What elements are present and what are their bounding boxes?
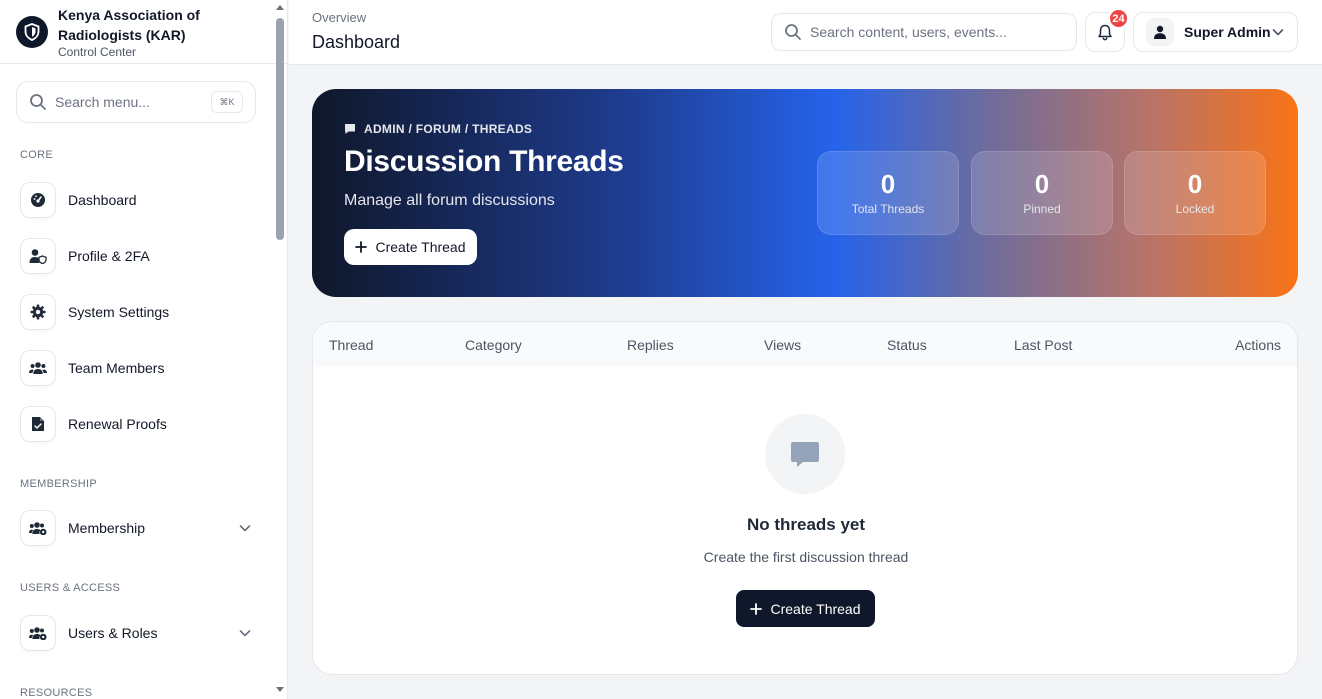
scroll-down-arrow-icon[interactable] (276, 687, 284, 693)
hero-title: Discussion Threads (344, 145, 624, 178)
sidebar-item-membership[interactable]: Membership (20, 510, 256, 546)
hero-breadcrumb: ADMIN / FORUM / THREADS (344, 122, 532, 136)
global-search-input[interactable]: Search content, users, events... (771, 13, 1077, 51)
empty-create-thread-label: Create Thread (770, 600, 861, 617)
menu-search-placeholder: Search menu... (55, 94, 150, 110)
sidebar-item-label: System Settings (68, 304, 170, 320)
empty-create-thread-button[interactable]: Create Thread (736, 590, 875, 627)
sidebar-item-label: Users & Roles (68, 625, 158, 641)
chevron-down-icon (1272, 29, 1284, 36)
column-header-category[interactable]: Category (465, 337, 522, 353)
empty-state-subtitle: Create the first discussion thread (703, 549, 909, 565)
shield-icon (16, 15, 48, 48)
chevron-down-icon[interactable] (238, 626, 252, 640)
column-header-last-post[interactable]: Last Post (1014, 337, 1072, 353)
stat-label: Total Threads (851, 202, 925, 216)
user-icon (1154, 25, 1166, 39)
scrollbar-thumb[interactable] (276, 18, 284, 240)
sidebar-item-label: Membership (68, 520, 146, 536)
chevron-down-icon[interactable] (238, 521, 252, 535)
table-header: Thread Category Replies Views Status Las… (313, 322, 1297, 367)
stat-label: Locked (1175, 202, 1215, 216)
brand[interactable]: Kenya Association of Radiologists (KAR) … (0, 0, 287, 64)
sidebar-item-label: Dashboard (68, 192, 137, 208)
create-thread-label: Create Thread (375, 239, 466, 255)
avatar (1146, 18, 1174, 46)
sidebar-item-system-settings[interactable]: System Settings (20, 294, 256, 330)
scroll-up-arrow-icon[interactable] (276, 4, 284, 10)
comment-icon (345, 124, 355, 134)
stat-value: 0 (1034, 169, 1050, 199)
sidebar-item-team-members[interactable]: Team Members (20, 350, 256, 386)
notification-count-badge: 24 (1108, 8, 1129, 29)
breadcrumb[interactable]: Overview (312, 10, 366, 25)
search-icon (785, 24, 801, 40)
sidebar-item-dashboard[interactable]: Dashboard (20, 182, 256, 218)
section-label-membership: MEMBERSHIP (20, 478, 97, 490)
column-header-actions: Actions (1235, 337, 1281, 353)
stat-locked: 0 Locked (1124, 151, 1266, 235)
user-shield-icon (20, 238, 56, 274)
sidebar-scrollbar[interactable] (273, 0, 287, 699)
stat-total-threads: 0 Total Threads (817, 151, 959, 235)
menu-search-input[interactable]: Search menu... ⌘K (16, 81, 256, 123)
hero-breadcrumb-text: ADMIN / FORUM / THREADS (364, 122, 533, 136)
global-search-placeholder: Search content, users, events... (810, 24, 1007, 40)
topbar: Overview Dashboard Search content, users… (289, 0, 1322, 65)
stat-pinned: 0 Pinned (971, 151, 1113, 235)
page-title: Dashboard (312, 32, 401, 52)
search-icon (30, 94, 46, 110)
gear-icon (20, 294, 56, 330)
brand-title: Kenya Association of Radiologists (KAR) (58, 6, 200, 43)
hero-subtitle: Manage all forum discussions (344, 192, 555, 209)
user-name: Super Admin (1184, 24, 1271, 40)
shortcut-hint: ⌘K (211, 91, 243, 113)
hero-banner: ADMIN / FORUM / THREADS Discussion Threa… (312, 89, 1298, 297)
sidebar-item-profile[interactable]: Profile & 2FA (20, 238, 256, 274)
sidebar-item-label: Profile & 2FA (68, 248, 150, 264)
sidebar-item-users-roles[interactable]: Users & Roles (20, 615, 256, 651)
gauge-icon (20, 182, 56, 218)
stat-label: Pinned (1023, 202, 1061, 216)
sidebar-item-renewal-proofs[interactable]: Renewal Proofs (20, 406, 256, 442)
brand-subtitle: Control Center (58, 44, 137, 59)
threads-table: Thread Category Replies Views Status Las… (312, 321, 1298, 675)
section-label-users-access: USERS & ACCESS (20, 582, 121, 594)
users-gear-icon (20, 510, 56, 546)
sidebar-item-label: Team Members (68, 360, 165, 376)
stat-value: 0 (880, 169, 896, 199)
plus-icon (355, 241, 368, 253)
plus-icon (750, 602, 763, 615)
empty-state-comment-icon (765, 414, 845, 494)
column-header-replies[interactable]: Replies (627, 337, 674, 353)
section-label-core: CORE (20, 149, 53, 161)
file-check-icon (20, 406, 56, 442)
column-header-status[interactable]: Status (887, 337, 927, 353)
column-header-thread[interactable]: Thread (329, 337, 373, 353)
column-header-views[interactable]: Views (764, 337, 801, 353)
section-label-resources: RESOURCES (20, 687, 93, 699)
create-thread-button[interactable]: Create Thread (344, 229, 477, 265)
sidebar: Kenya Association of Radiologists (KAR) … (0, 0, 288, 699)
empty-state-title: No threads yet (746, 515, 866, 534)
user-menu-button[interactable]: Super Admin (1133, 12, 1298, 52)
users-icon (20, 350, 56, 386)
users-gear-icon (20, 615, 56, 651)
sidebar-item-label: Renewal Proofs (68, 416, 167, 432)
stat-value: 0 (1187, 169, 1203, 199)
